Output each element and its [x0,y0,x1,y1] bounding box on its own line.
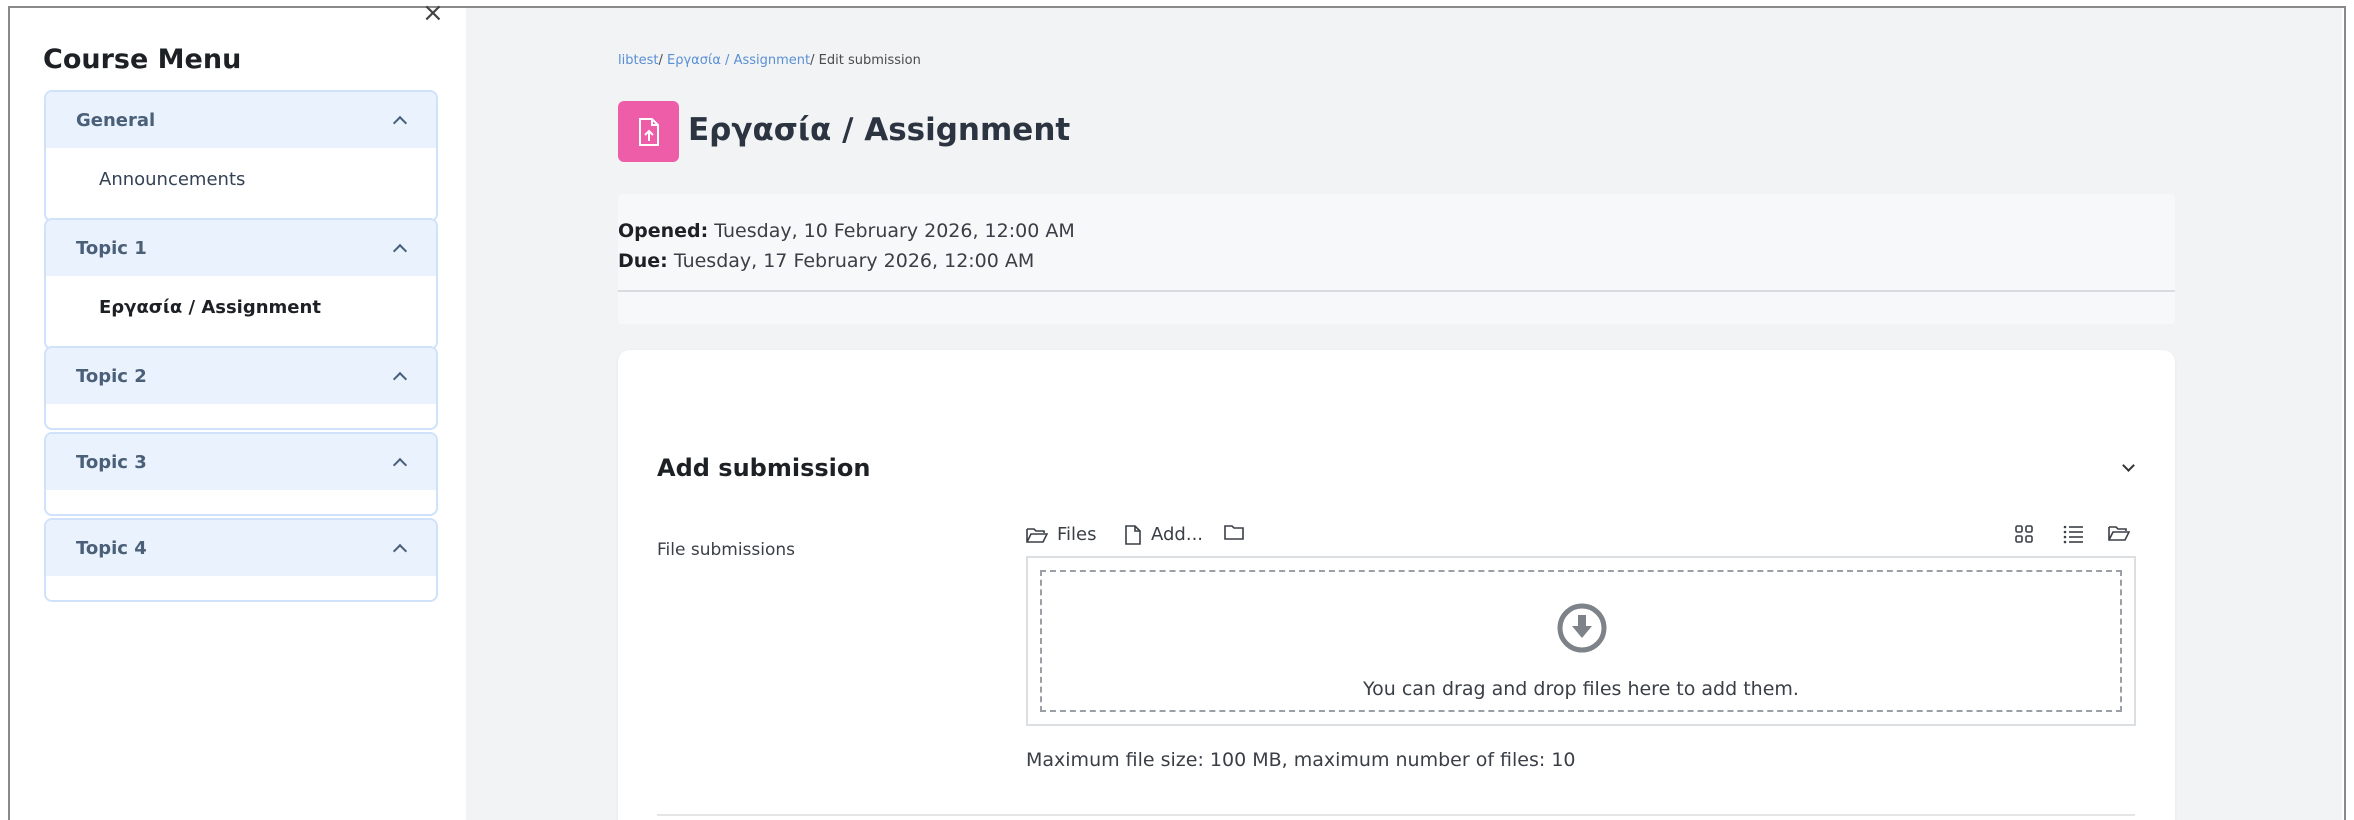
opened-date: Opened: Tuesday, 10 February 2026, 12:00… [618,220,1075,242]
files-button[interactable]: Files [1026,524,1097,545]
sidebar-item-assignment[interactable]: Εργασία / Assignment [46,276,436,338]
chevron-up-icon[interactable] [392,241,406,255]
section-title: Topic 2 [76,365,147,387]
section-title: Topic 3 [76,451,147,473]
folder-open-icon [1026,527,1048,543]
section-header-topic-1[interactable]: Topic 1 [46,220,436,276]
list-view-icon [2063,525,2083,544]
breadcrumb-item-current: Edit submission [818,53,921,68]
activity-dates: Opened: Tuesday, 10 February 2026, 12:00… [618,194,2175,324]
opened-value: Tuesday, 10 February 2026, 12:00 AM [714,220,1075,242]
due-value: Tuesday, 17 February 2026, 12:00 AM [673,250,1035,272]
divider [618,290,2175,292]
section-general: General Announcements [44,90,438,222]
breadcrumb-separator: / [810,53,815,68]
grid-view-icon [2015,525,2033,543]
create-folder-button[interactable] [1224,524,1244,540]
section-header-topic-4[interactable]: Topic 4 [46,520,436,576]
file-icon [1125,524,1141,545]
add-label: Add... [1151,524,1204,545]
breadcrumb-item-course[interactable]: libtest [618,53,658,68]
sidebar-item-announcements[interactable]: Announcements [46,148,436,210]
file-submissions-label: File submissions [657,540,796,560]
section-topic-1: Topic 1 Εργασία / Assignment [44,218,438,350]
breadcrumb: libtest/ Εργασία / Assignment/ Edit subm… [618,53,921,68]
section-title: General [76,109,156,131]
drop-zone[interactable]: You can drag and drop files here to add … [1040,570,2122,712]
breadcrumb-separator: / [658,53,663,68]
chevron-up-icon[interactable] [392,113,406,127]
files-label: Files [1057,524,1097,545]
dropzone-text: You can drag and drop files here to add … [1363,678,1799,700]
opened-label: Opened: [618,220,709,242]
tree-view-button[interactable] [2108,524,2131,546]
section-header-general[interactable]: General [46,92,436,148]
chevron-up-icon[interactable] [392,369,406,383]
section-title: Topic 1 [76,237,147,259]
section-topic-3: Topic 3 [44,432,438,516]
max-file-info: Maximum file size: 100 MB, maximum numbe… [1026,749,1576,771]
section-title: Topic 4 [76,537,147,559]
due-label: Due: [618,250,668,272]
download-arrow-icon [1557,603,1607,653]
chevron-up-icon[interactable] [392,455,406,469]
add-submission-heading[interactable]: Add submission [657,454,870,482]
add-file-button[interactable]: Add... [1124,524,1203,545]
due-date: Due: Tuesday, 17 February 2026, 12:00 AM [618,250,1034,272]
course-menu-drawer: × Course Menu General Announcements Topi… [10,0,466,820]
tree-view-icon [2108,526,2131,541]
assignment-upload-icon [618,101,679,162]
main-region: libtest/ Εργασία / Assignment/ Edit subm… [466,8,2342,820]
grid-view-button[interactable] [2014,524,2036,548]
submission-card: Add submission File submissions Files Ad… [618,350,2175,820]
filepicker-toolbar: Files Add... [1026,524,2131,552]
section-topic-2: Topic 2 [44,346,438,430]
section-header-topic-3[interactable]: Topic 3 [46,434,436,490]
divider [657,814,2135,816]
chevron-down-icon[interactable] [2121,460,2135,474]
breadcrumb-item-assignment[interactable]: Εργασία / Assignment [667,53,810,68]
file-manager-area: You can drag and drop files here to add … [1026,556,2136,726]
page-title: Εργασία / Assignment [688,112,1071,148]
folder-icon [1224,525,1244,540]
chevron-up-icon[interactable] [392,541,406,555]
section-topic-4: Topic 4 [44,518,438,602]
course-menu-title: Course Menu [43,44,242,75]
section-header-topic-2[interactable]: Topic 2 [46,348,436,404]
close-drawer-button[interactable]: × [422,0,444,26]
list-view-button[interactable] [2062,524,2084,548]
